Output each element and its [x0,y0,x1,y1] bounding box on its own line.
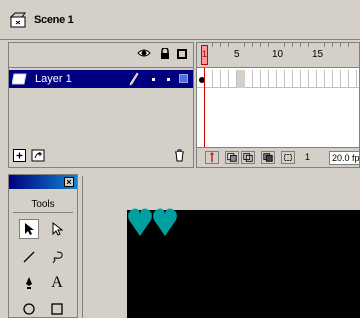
tools-label: Tools [31,199,55,210]
layer-name[interactable]: Layer 1 [35,73,72,85]
onion-skin-outlines-icon[interactable] [241,151,255,164]
eye-icon[interactable] [137,48,151,58]
modify-onion-markers-icon[interactable] [281,151,295,164]
oval-tool-icon[interactable] [19,299,39,318]
text-tool-glyph: A [51,274,63,291]
scene-label[interactable]: Scene 1 [34,14,74,26]
tools-titlebar[interactable]: × [9,175,77,189]
lasso-tool-icon[interactable] [47,247,67,267]
lock-icon[interactable] [159,48,171,60]
arrow-tool-icon[interactable] [19,219,39,239]
outline-icon[interactable] [177,49,187,59]
edit-multiple-frames-icon[interactable] [261,151,275,164]
layers-pane: Layer 1 [8,42,194,168]
center-frame-icon[interactable] [205,151,219,164]
heart-shapes[interactable] [127,204,179,238]
timeline: Layer 1 5 10 15 1 1 20.0 fp [0,42,360,170]
pen-tool-icon[interactable] [19,273,39,293]
ruler-label: 5 [234,49,240,60]
layer-visibility-dot[interactable] [152,78,155,81]
scene-bar: Scene 1 [0,0,360,40]
pencil-icon [129,72,139,86]
close-icon[interactable]: × [64,177,74,187]
workspace: × Tools A [0,172,360,318]
line-tool-icon[interactable] [19,247,39,267]
add-layer-icon[interactable] [13,149,26,162]
tools-panel: × Tools A [8,174,78,318]
layers-header [9,43,193,68]
rectangle-tool-icon[interactable] [47,299,67,318]
layer-row[interactable]: Layer 1 [9,70,193,88]
playhead-frame: 1 [202,49,208,59]
ruler-label: 15 [312,49,324,60]
layer-lock-dot[interactable] [167,78,170,81]
frame-rate[interactable]: 20.0 fps [329,151,359,165]
playhead[interactable]: 1 [201,45,208,65]
layer-frames-row[interactable] [197,70,359,88]
layers-footer [9,147,193,167]
frame-marker [237,70,245,88]
text-tool-icon[interactable]: A [47,273,67,293]
layer-outline-color[interactable] [179,74,188,83]
onion-skin-icon[interactable] [225,151,239,164]
add-guide-layer-icon[interactable] [31,149,45,162]
frames-footer: 1 20.0 fps [197,147,359,167]
subselect-tool-icon[interactable] [47,219,67,239]
stage[interactable] [82,176,360,318]
frames-pane: 5 10 15 1 1 20.0 fp [196,42,360,168]
layer-page-icon [12,73,27,85]
current-frame: 1 [305,152,311,162]
scene-clapper-icon[interactable] [10,12,28,28]
ruler-label: 10 [272,49,284,60]
frames-ruler[interactable]: 5 10 15 1 [197,43,359,68]
tools-divider [13,212,73,213]
trash-icon[interactable] [173,149,186,162]
